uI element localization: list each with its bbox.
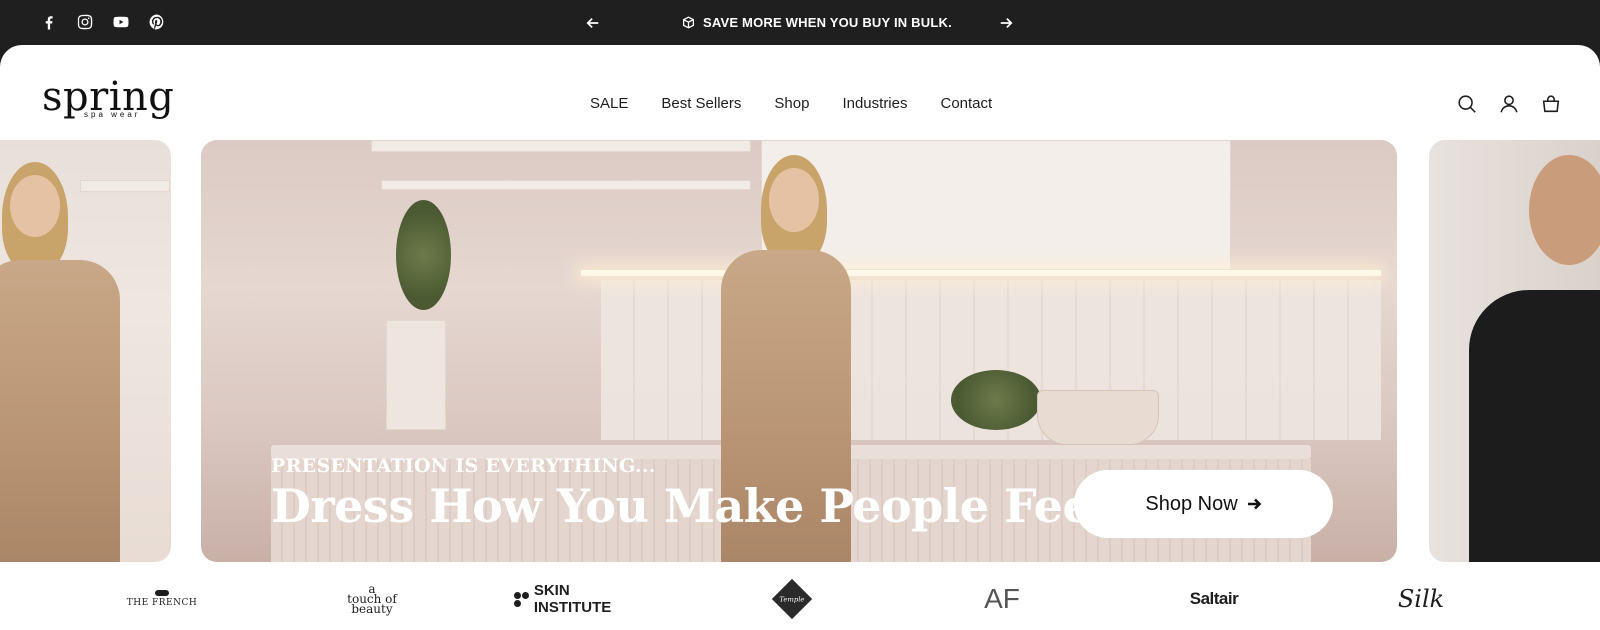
youtube-icon[interactable] [112, 13, 130, 31]
hero-slide-main[interactable]: PRESENTATION IS EVERYTHING... Dress How … [201, 140, 1397, 562]
brand-logo-touch-of-beauty[interactable]: a touch of beauty [340, 578, 404, 620]
brand-name: SKIN INSTITUTE [533, 582, 612, 616]
box-icon [682, 16, 695, 29]
brand-logo-skin-institute[interactable]: SKIN INSTITUTE [514, 578, 650, 620]
diamond-badge: Temple [771, 578, 813, 620]
upper-shelf [371, 140, 751, 152]
arrow-right-icon [1247, 498, 1261, 510]
nav-item-sale[interactable]: SALE [590, 95, 628, 112]
social-links [40, 13, 166, 31]
brand-name: Silk [1397, 585, 1445, 613]
model-face [10, 175, 60, 237]
brand-logo-temple[interactable]: Temple [758, 578, 826, 620]
arrow-left-icon [586, 18, 599, 28]
cart-icon[interactable] [1540, 93, 1562, 115]
facebook-icon[interactable] [40, 13, 58, 31]
pinterest-icon[interactable] [148, 13, 166, 31]
shelf [80, 180, 170, 192]
announcement-next-button[interactable] [996, 13, 1016, 33]
potted-plant [951, 370, 1041, 430]
nav-item-industries[interactable]: Industries [842, 95, 907, 112]
model-scrubs [1469, 290, 1600, 562]
hero-slide-next[interactable] [1429, 140, 1600, 562]
brand-logo-strip: THE FRENCH a touch of beauty SKIN INSTIT… [0, 578, 1600, 620]
announcement-prev-button[interactable] [583, 13, 603, 33]
three-dots-icon [514, 591, 530, 607]
announcement-message: SAVE MORE WHEN YOU BUY IN BULK. [682, 15, 952, 30]
middle-shelf [381, 180, 751, 190]
nav-item-contact[interactable]: Contact [941, 95, 993, 112]
brand-name: AF [984, 583, 1020, 614]
main-nav: SALE Best Sellers Shop Industries Contac… [590, 95, 992, 112]
wall-cabinets [761, 140, 1231, 270]
nav-item-best-sellers[interactable]: Best Sellers [661, 95, 741, 112]
search-icon[interactable] [1456, 93, 1478, 115]
led-light-strip [581, 270, 1381, 276]
header-actions [1456, 93, 1562, 115]
brand-logo-silk[interactable]: Silk [1398, 578, 1444, 620]
nav-item-shop[interactable]: Shop [774, 95, 809, 112]
stone-basin [1037, 390, 1159, 445]
model-face [769, 168, 819, 232]
eucalyptus-plant [396, 200, 451, 310]
hero-eyebrow: PRESENTATION IS EVERYTHING... [271, 455, 656, 477]
brand-logo-saltair[interactable]: Saltair [1186, 578, 1242, 620]
brand-logo-the-french[interactable]: THE FRENCH [120, 578, 204, 620]
hero-title: Dress How You Make People Feel [271, 479, 1109, 533]
model-face [1529, 155, 1600, 265]
brand-name: beauty [351, 602, 393, 616]
instagram-icon[interactable] [76, 13, 94, 31]
hero-slide-prev[interactable] [0, 140, 171, 562]
shop-now-button[interactable]: Shop Now [1074, 470, 1333, 538]
announcement-bar: SAVE MORE WHEN YOU BUY IN BULK. [0, 0, 1600, 46]
mirror [386, 320, 446, 430]
brand-name: THE FRENCH [126, 598, 198, 608]
shop-now-label: Shop Now [1145, 492, 1238, 515]
brand-mark [155, 590, 169, 596]
brand-name: Saltair [1189, 589, 1239, 608]
site-logo[interactable]: spring spa wear [42, 77, 174, 123]
logo-tagline: spa wear [84, 110, 141, 119]
announcement-text: SAVE MORE WHEN YOU BUY IN BULK. [703, 15, 952, 30]
arrow-right-icon [1000, 18, 1013, 28]
account-icon[interactable] [1498, 93, 1520, 115]
model-outfit [0, 260, 120, 562]
brand-name: Temple [779, 594, 805, 604]
brand-logo-af[interactable]: AF [978, 578, 1026, 620]
